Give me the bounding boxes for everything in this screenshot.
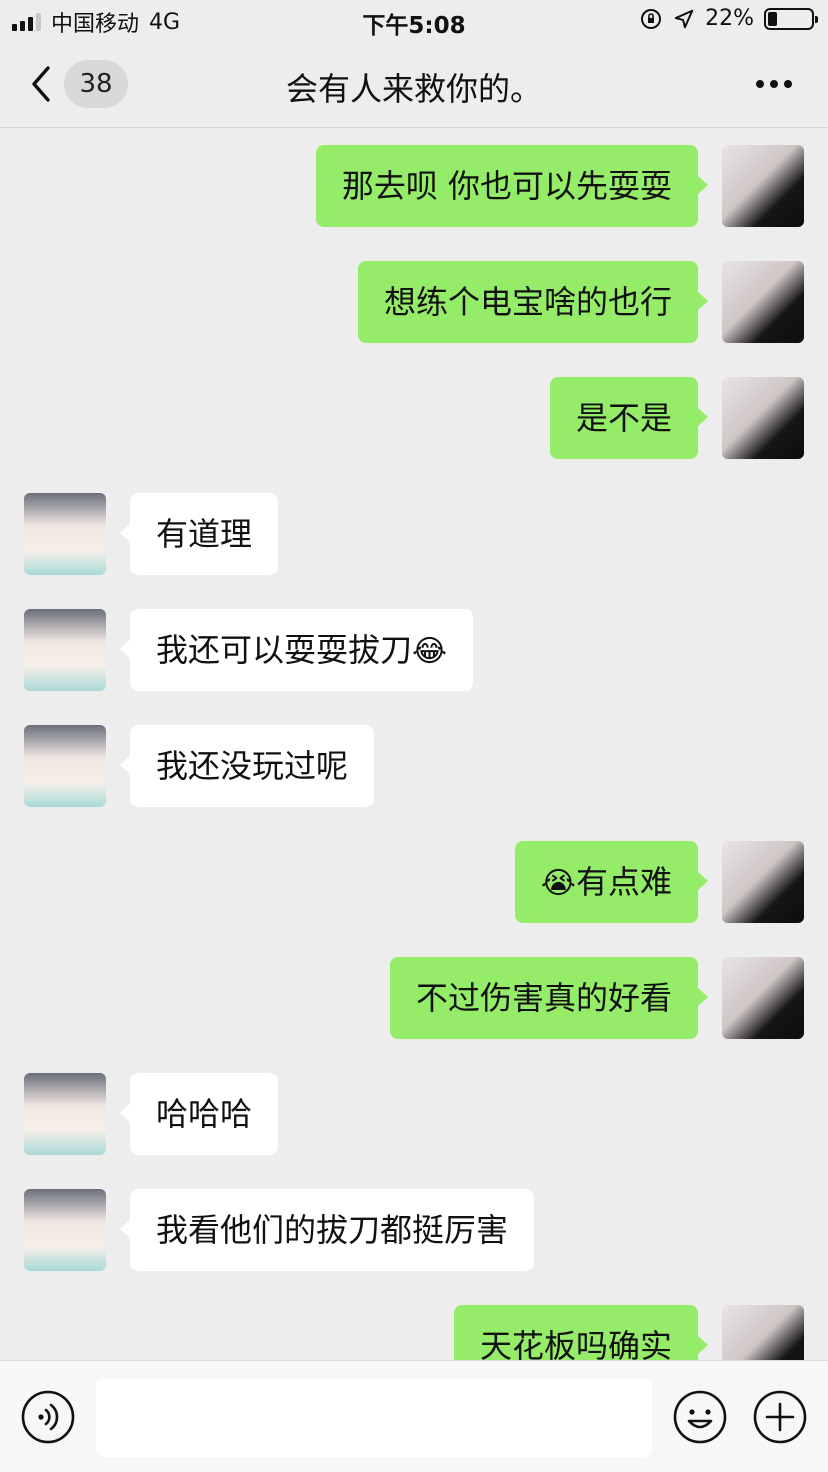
more-dots-icon[interactable] bbox=[756, 80, 792, 88]
message-row: 是不是 bbox=[0, 377, 828, 459]
crying-emoji: 😭 bbox=[540, 866, 576, 901]
chat-title: 会有人来救你的。 bbox=[285, 70, 542, 108]
message-row: 我看他们的拔刀都挺厉害 bbox=[0, 1189, 828, 1271]
message-row: 想练个电宝啥的也行 bbox=[0, 261, 828, 343]
message-text: 不过伤害真的好看 bbox=[415, 979, 672, 1017]
message-bubble[interactable]: 我看他们的拔刀都挺厉害 bbox=[119, 1189, 535, 1271]
nav-bar: 38 会有人来救你的。 bbox=[0, 40, 828, 128]
message-text: 我还没玩过呢 bbox=[156, 747, 349, 785]
message-bubble[interactable]: 😭有点难 bbox=[514, 841, 709, 923]
message-row: 不过伤害真的好看 bbox=[0, 957, 828, 1039]
message-text: 那去呗 你也可以先耍耍 bbox=[341, 167, 672, 205]
battery-icon bbox=[764, 7, 818, 30]
message-bubble[interactable]: 想练个电宝啥的也行 bbox=[357, 261, 709, 343]
orientation-lock-icon bbox=[641, 8, 662, 29]
message-text: 有点难 bbox=[575, 863, 672, 901]
message-bubble[interactable]: 那去呗 你也可以先耍耍 bbox=[315, 145, 709, 227]
message-text: 是不是 bbox=[575, 399, 672, 437]
smiley-icon[interactable] bbox=[672, 1389, 728, 1445]
my-avatar[interactable] bbox=[722, 957, 804, 1039]
message-row: 那去呗 你也可以先耍耍 bbox=[0, 145, 828, 227]
message-row: 有道理 bbox=[0, 493, 828, 575]
my-avatar[interactable] bbox=[722, 377, 804, 459]
message-row: 哈哈哈 bbox=[0, 1073, 828, 1155]
message-text: 有道理 bbox=[156, 515, 253, 553]
my-avatar[interactable] bbox=[722, 145, 804, 227]
message-text: 哈哈哈 bbox=[156, 1095, 253, 1133]
contact-avatar[interactable] bbox=[24, 493, 106, 575]
input-bar bbox=[0, 1360, 828, 1472]
my-avatar[interactable] bbox=[722, 261, 804, 343]
status-bar: 中国移动 4G 下午5:08 22% bbox=[0, 0, 828, 40]
chat-area[interactable]: 那去呗 你也可以先耍耍 想练个电宝啥的也行 是不是 有道理 我还可以耍耍拔刀😂 … bbox=[0, 128, 828, 1360]
contact-avatar[interactable] bbox=[24, 725, 106, 807]
message-bubble[interactable]: 天花板吗确实 bbox=[453, 1305, 709, 1360]
message-bubble[interactable]: 我还没玩过呢 bbox=[119, 725, 375, 807]
message-text: 我看他们的拔刀都挺厉害 bbox=[156, 1211, 509, 1249]
message-text: 我还可以耍耍拔刀 bbox=[156, 631, 413, 669]
voice-icon[interactable] bbox=[20, 1389, 76, 1445]
plus-icon[interactable] bbox=[752, 1389, 808, 1445]
message-bubble[interactable]: 我还可以耍耍拔刀😂 bbox=[119, 609, 474, 691]
contact-avatar[interactable] bbox=[24, 609, 106, 691]
tears-of-joy-emoji: 😂 bbox=[412, 634, 448, 669]
message-text: 天花板吗确实 bbox=[479, 1327, 672, 1360]
message-text: 想练个电宝啥的也行 bbox=[383, 283, 672, 321]
message-bubble[interactable]: 不过伤害真的好看 bbox=[389, 957, 709, 1039]
message-input[interactable] bbox=[96, 1379, 652, 1457]
message-row: 😭有点难 bbox=[0, 841, 828, 923]
location-icon bbox=[674, 9, 694, 28]
contact-avatar[interactable] bbox=[24, 1073, 106, 1155]
message-bubble[interactable]: 有道理 bbox=[119, 493, 279, 575]
battery-percent: 22% bbox=[705, 6, 754, 31]
message-row: 我还可以耍耍拔刀😂 bbox=[0, 609, 828, 691]
my-avatar[interactable] bbox=[722, 841, 804, 923]
my-avatar[interactable] bbox=[722, 1305, 804, 1360]
message-bubble[interactable]: 是不是 bbox=[549, 377, 709, 459]
message-row: 我还没玩过呢 bbox=[0, 725, 828, 807]
message-row: 天花板吗确实 bbox=[0, 1305, 828, 1360]
status-right: 22% bbox=[639, 6, 818, 31]
message-bubble[interactable]: 哈哈哈 bbox=[119, 1073, 279, 1155]
contact-avatar[interactable] bbox=[24, 1189, 106, 1271]
